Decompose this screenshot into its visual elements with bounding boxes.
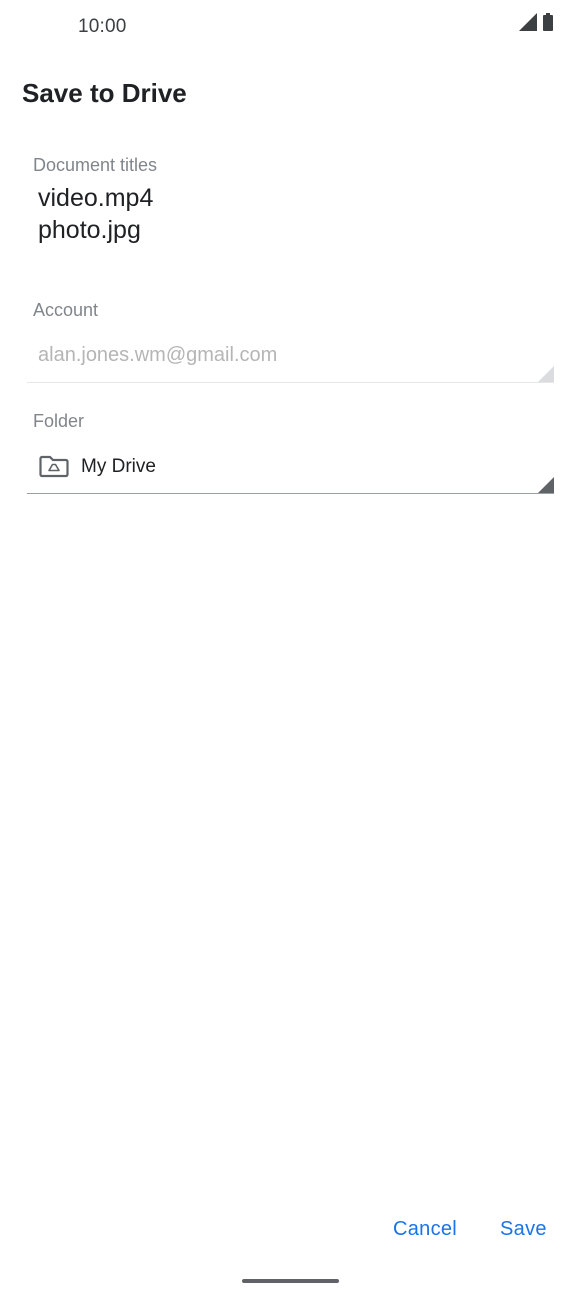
folder-label: Folder bbox=[33, 411, 85, 431]
cancel-button[interactable]: Cancel bbox=[393, 1218, 457, 1241]
status-time: 10:00 bbox=[78, 16, 127, 37]
folder-dropdown[interactable]: My Drive bbox=[27, 444, 554, 494]
account-label: Account bbox=[33, 300, 99, 320]
drive-folder-icon bbox=[39, 454, 69, 478]
account-dropdown[interactable]: alan.jones.wm@gmail.com bbox=[27, 334, 554, 383]
battery-icon bbox=[543, 13, 553, 36]
account-value: alan.jones.wm@gmail.com bbox=[38, 344, 278, 366]
status-icons bbox=[519, 13, 553, 36]
page-title: Save to Drive bbox=[22, 78, 187, 108]
signal-icon bbox=[519, 13, 537, 36]
document-titles-list: video.mp4 photo.jpg bbox=[38, 182, 153, 246]
dropdown-arrow-icon bbox=[538, 366, 554, 382]
document-titles-label: Document titles bbox=[33, 155, 158, 175]
save-button[interactable]: Save bbox=[500, 1218, 547, 1241]
folder-value: My Drive bbox=[81, 456, 156, 477]
status-bar: 10:00 bbox=[0, 0, 581, 56]
gesture-nav-handle[interactable] bbox=[242, 1279, 339, 1283]
dropdown-arrow-icon bbox=[538, 477, 554, 493]
document-title-item: photo.jpg bbox=[38, 216, 141, 244]
document-title-item: video.mp4 bbox=[38, 184, 154, 212]
